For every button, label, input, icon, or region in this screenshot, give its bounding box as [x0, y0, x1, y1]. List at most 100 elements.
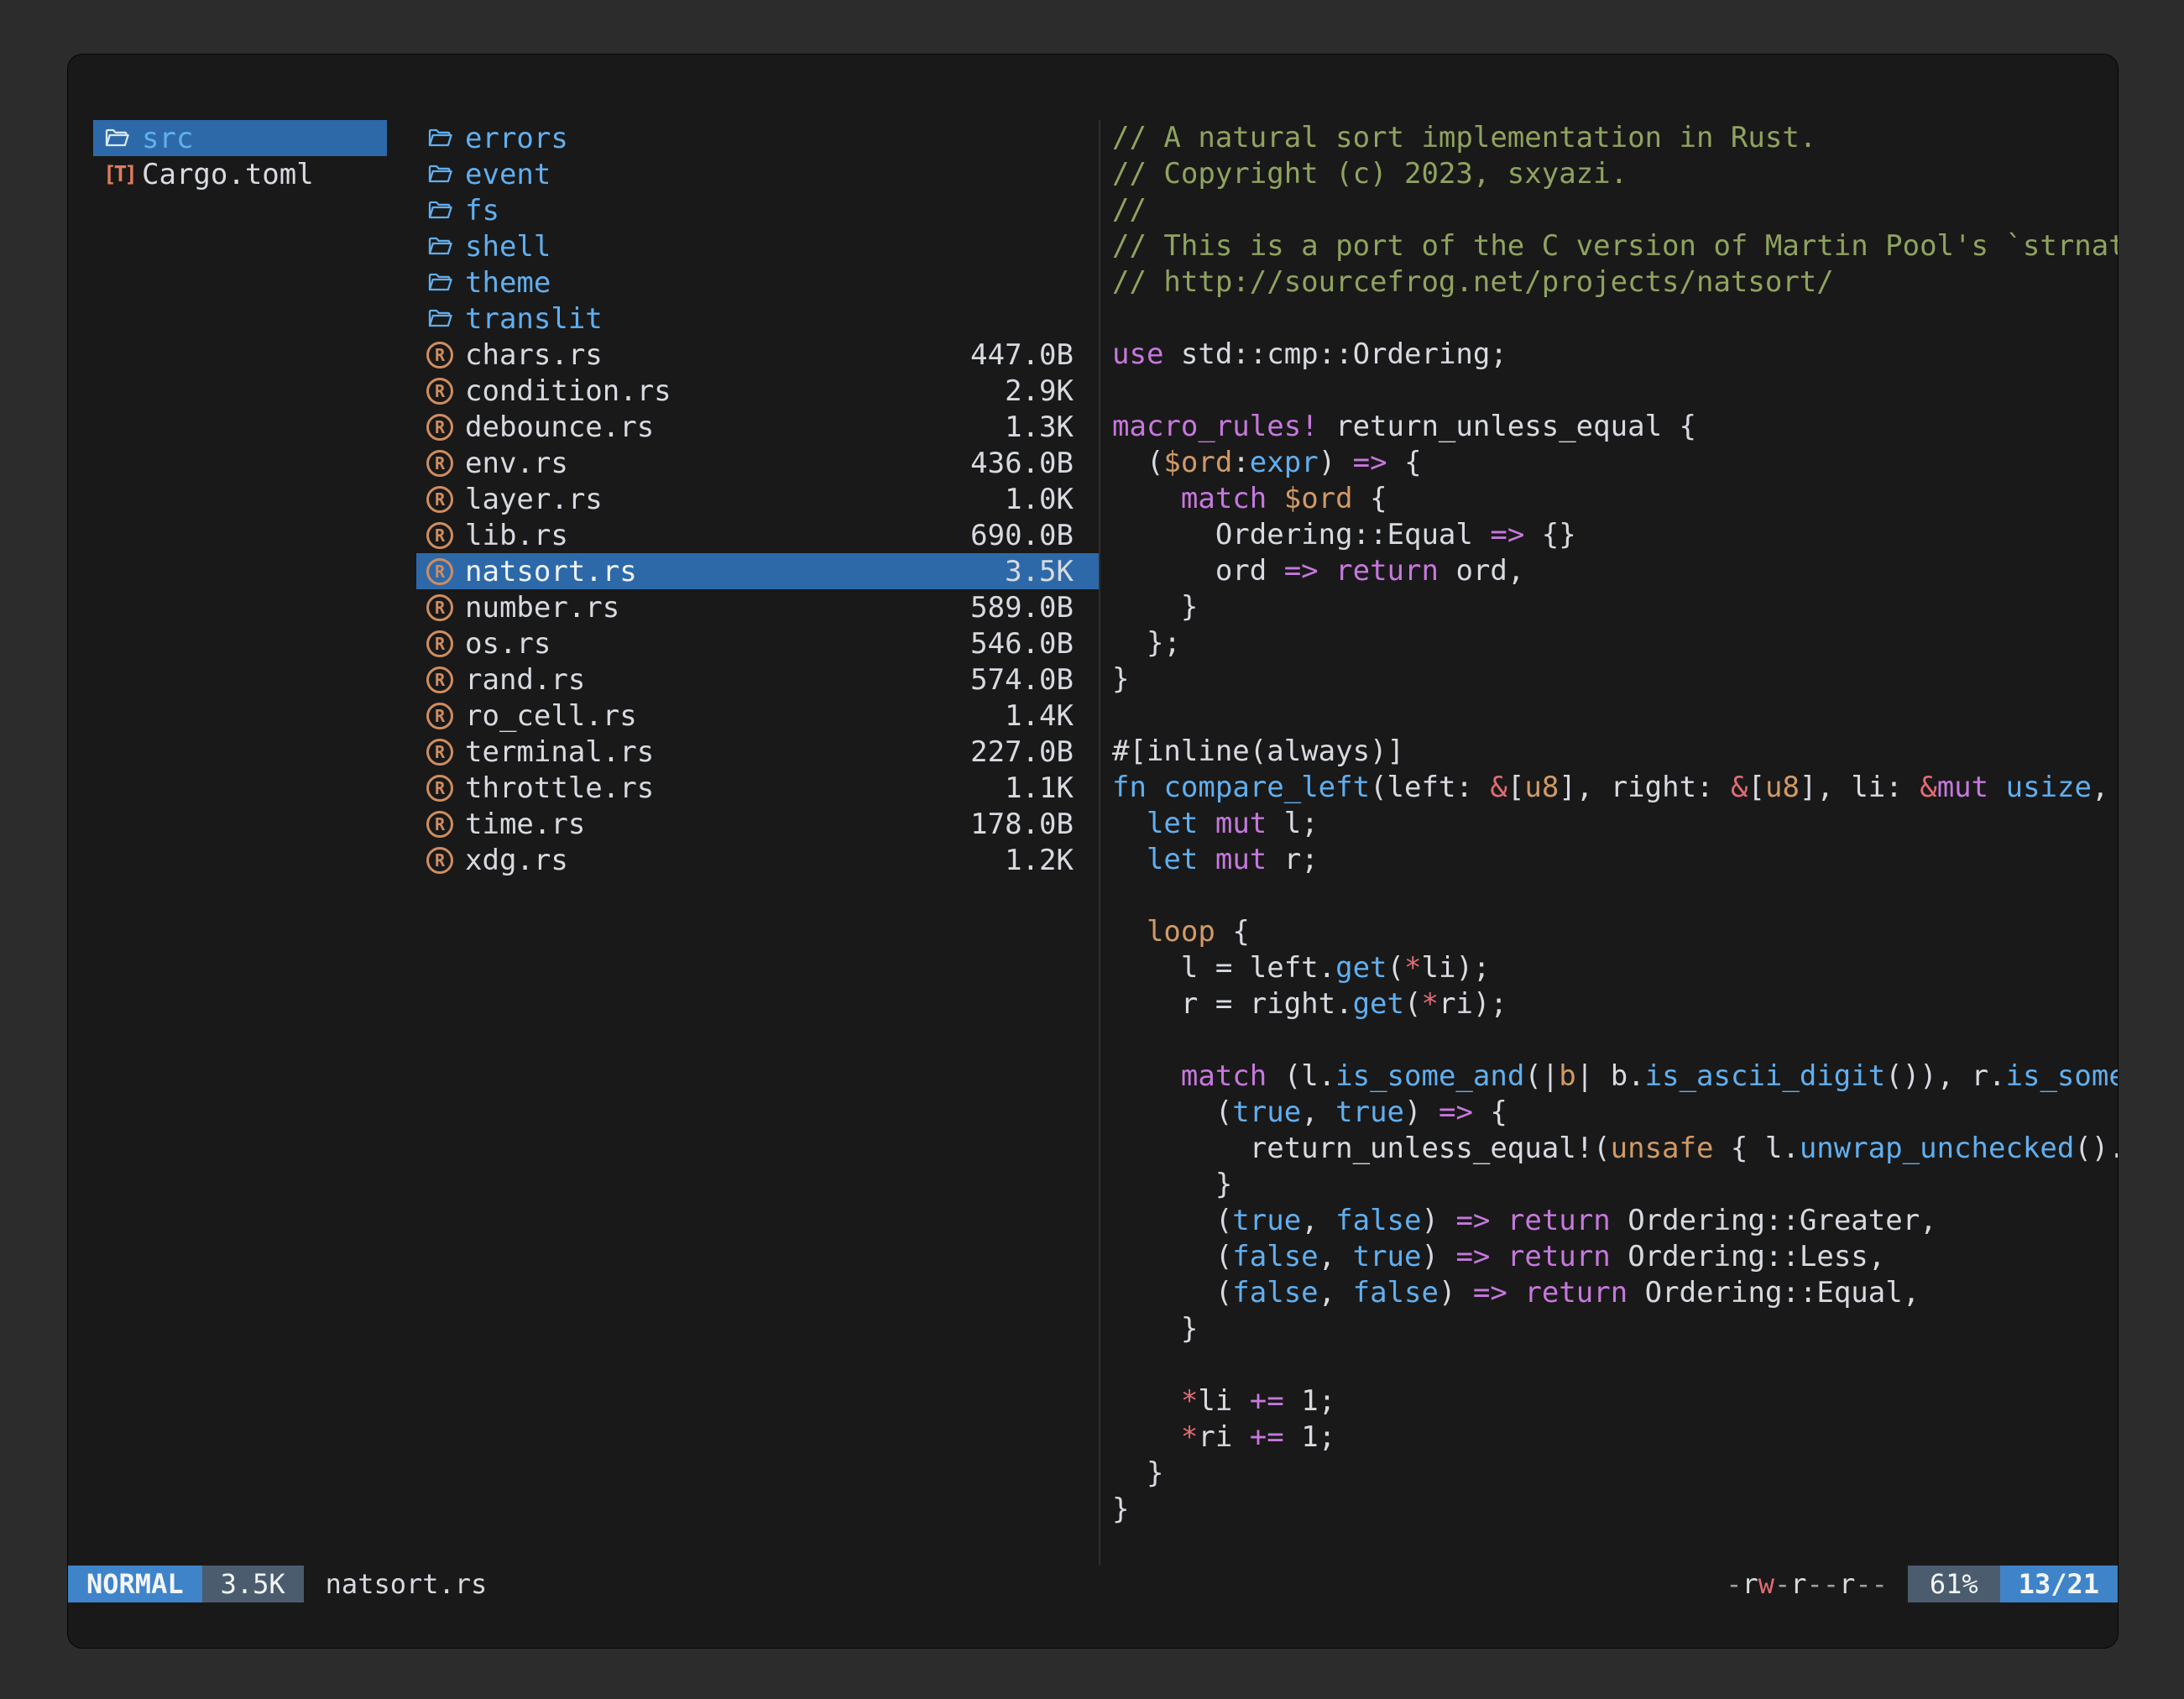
- file-row[interactable]: R [T] Cargo.toml: [93, 156, 387, 192]
- file-row[interactable]: R [T] terminal.rs 227.0B: [416, 734, 1099, 770]
- file-name-label: errors: [465, 122, 1065, 155]
- code-line: (false, false) => return Ordering::Equal…: [1112, 1275, 2118, 1311]
- code-line: [1112, 301, 2118, 337]
- code-line: match $ord {: [1112, 481, 2118, 517]
- file-row[interactable]: R [T] event: [416, 156, 1099, 192]
- code-line: }: [1112, 589, 2118, 625]
- file-size-label: 1.0K: [1005, 483, 1074, 516]
- file-row[interactable]: R [T] condition.rs 2.9K: [416, 373, 1099, 409]
- file-row[interactable]: R [T] src: [93, 120, 387, 156]
- file-row[interactable]: R [T] time.rs 178.0B: [416, 806, 1099, 842]
- code-line: }: [1112, 661, 2118, 698]
- file-row[interactable]: R [T] layer.rs 1.0K: [416, 481, 1099, 517]
- file-row[interactable]: R [T] chars.rs 447.0B: [416, 337, 1099, 373]
- file-row[interactable]: R [T] ro_cell.rs 1.4K: [416, 698, 1099, 734]
- file-row[interactable]: R [T] shell: [416, 228, 1099, 264]
- toml-icon: R [T]: [103, 162, 142, 187]
- file-row[interactable]: R [T] xdg.rs 1.2K: [416, 842, 1099, 878]
- rust-icon: R [T]: [426, 811, 465, 838]
- code-line: Ordering::Equal => {}: [1112, 517, 2118, 553]
- file-size-badge: 3.5K: [202, 1566, 304, 1602]
- status-filename: natsort.rs: [326, 1568, 488, 1600]
- file-name-label: xdg.rs: [465, 844, 996, 877]
- preview-pane: // A natural sort implementation in Rust…: [1100, 120, 2118, 1566]
- file-row[interactable]: R [T] natsort.rs 3.5K: [416, 553, 1099, 589]
- file-row[interactable]: R [T] theme: [416, 264, 1099, 301]
- file-size-label: 447.0B: [970, 338, 1074, 372]
- code-line: [1112, 1022, 2118, 1059]
- file-size-label: 1.4K: [1005, 699, 1074, 733]
- rust-icon: R [T]: [426, 630, 465, 657]
- code-line: (false, true) => return Ordering::Less,: [1112, 1239, 2118, 1275]
- file-name-label: theme: [465, 266, 1065, 300]
- file-size-label: 1.2K: [1005, 844, 1074, 877]
- rust-icon: R [T]: [426, 667, 465, 693]
- file-name-label: natsort.rs: [465, 555, 996, 588]
- code-line: let mut r;: [1112, 842, 2118, 878]
- file-row[interactable]: R [T] os.rs 546.0B: [416, 625, 1099, 661]
- file-row[interactable]: R [T] debounce.rs 1.3K: [416, 409, 1099, 445]
- file-name-label: lib.rs: [465, 519, 962, 552]
- file-name-label: translit: [465, 302, 1065, 336]
- file-row[interactable]: R [T] rand.rs 574.0B: [416, 661, 1099, 698]
- code-line: l = left.get(*li);: [1112, 950, 2118, 986]
- code-line: }: [1112, 1311, 2118, 1347]
- code-line: }: [1112, 1167, 2118, 1203]
- code-line: *ri += 1;: [1112, 1419, 2118, 1456]
- file-name-label: Cargo.toml: [142, 158, 353, 191]
- rust-icon: R [T]: [426, 594, 465, 621]
- code-line: [1112, 1347, 2118, 1383]
- file-row[interactable]: R [T] lib.rs 690.0B: [416, 517, 1099, 553]
- file-row[interactable]: R [T] errors: [416, 120, 1099, 156]
- file-size-label: 546.0B: [970, 627, 1074, 661]
- rust-icon: R [T]: [426, 703, 465, 729]
- file-row[interactable]: R [T] translit: [416, 301, 1099, 337]
- mode-badge: NORMAL: [68, 1566, 202, 1602]
- code-line: use std::cmp::Ordering;: [1112, 337, 2118, 373]
- code-line: // Copyright (c) 2023, sxyazi.: [1112, 156, 2118, 192]
- code-line: (true, false) => return Ordering::Greate…: [1112, 1203, 2118, 1239]
- folder-icon: R [T]: [426, 197, 465, 224]
- file-name-label: os.rs: [465, 627, 962, 661]
- file-size-label: 690.0B: [970, 519, 1074, 552]
- folder-icon: R [T]: [426, 161, 465, 188]
- file-name-label: rand.rs: [465, 663, 962, 697]
- rust-icon: R [T]: [426, 450, 465, 477]
- code-pane: // A natural sort implementation in Rust…: [1112, 120, 2118, 1528]
- code-line: fn compare_left(left: &[u8], right: &[u8…: [1112, 770, 2118, 806]
- code-line: // A natural sort implementation in Rust…: [1112, 120, 2118, 156]
- folder-icon: R [T]: [426, 233, 465, 260]
- file-name-label: layer.rs: [465, 483, 996, 516]
- file-name-label: shell: [465, 230, 1065, 264]
- file-size-label: 1.1K: [1005, 771, 1074, 805]
- parent-pane: R [T] src R [T] Car: [93, 120, 387, 1566]
- folder-open-icon: R [T]: [103, 125, 142, 152]
- file-size-label: 227.0B: [970, 735, 1074, 769]
- file-row[interactable]: R [T] number.rs 589.0B: [416, 589, 1099, 625]
- code-line: // This is a port of the C version of Ma…: [1112, 228, 2118, 264]
- file-name-label: chars.rs: [465, 338, 962, 372]
- rust-icon: R [T]: [426, 342, 465, 369]
- file-name-label: event: [465, 158, 1065, 191]
- file-name-label: condition.rs: [465, 374, 996, 408]
- file-row[interactable]: R [T] throttle.rs 1.1K: [416, 770, 1099, 806]
- code-line: *li += 1;: [1112, 1383, 2118, 1419]
- code-line: ord => return ord,: [1112, 553, 2118, 589]
- code-line: // http://sourcefrog.net/projects/natsor…: [1112, 264, 2118, 301]
- code-line: loop {: [1112, 914, 2118, 950]
- code-line: #[inline(always)]: [1112, 734, 2118, 770]
- panes-row: R [T] src R [T] Car: [68, 120, 2118, 1566]
- code-line: [1112, 373, 2118, 409]
- folder-icon: R [T]: [426, 125, 465, 152]
- file-size-label: 574.0B: [970, 663, 1074, 697]
- file-row[interactable]: R [T] fs: [416, 192, 1099, 228]
- code-line: return_unless_equal!(unsafe { l.unwrap_u…: [1112, 1131, 2118, 1167]
- code-line: [1112, 878, 2118, 914]
- file-size-label: 3.5K: [1005, 555, 1074, 588]
- file-row[interactable]: R [T] env.rs 436.0B: [416, 445, 1099, 481]
- file-name-label: env.rs: [465, 447, 962, 480]
- file-name-label: ro_cell.rs: [465, 699, 996, 733]
- rust-icon: R [T]: [426, 775, 465, 802]
- rust-icon: R [T]: [426, 486, 465, 513]
- file-size-label: 1.3K: [1005, 410, 1074, 444]
